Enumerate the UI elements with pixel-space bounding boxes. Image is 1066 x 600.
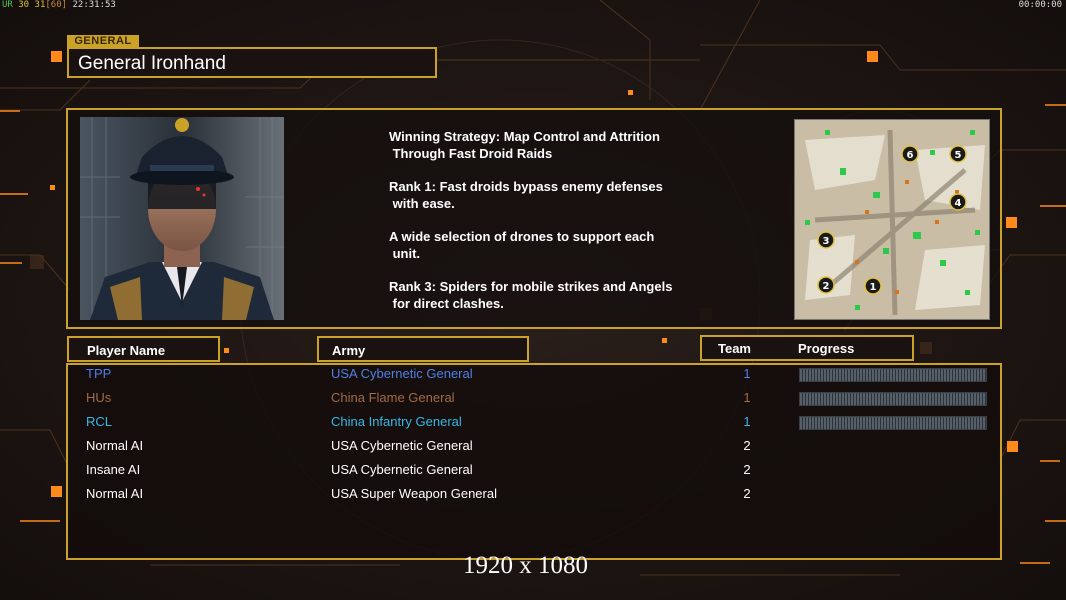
- start-position-2: 2: [823, 281, 830, 292]
- player-header-label: Player Name: [87, 343, 166, 358]
- player-team: 1: [743, 414, 751, 429]
- player-army: USA Cybernetic General: [331, 462, 473, 477]
- progress-bar: [799, 392, 987, 406]
- army-header-label: Army: [332, 343, 366, 358]
- strategy-line-1: Winning Strategy: Map Control and Attrit…: [389, 129, 660, 161]
- table-row: Normal AI USA Cybernetic General 2: [67, 436, 1003, 460]
- player-army: China Flame General: [331, 390, 455, 405]
- table-row: HUs China Flame General 1: [67, 388, 1003, 412]
- table-row: Normal AI USA Super Weapon General 2: [67, 484, 1003, 508]
- start-position-1: 1: [870, 282, 877, 293]
- general-portrait: [80, 117, 284, 320]
- column-header-army: Army: [317, 336, 529, 362]
- hud-clock: 22:31:53: [72, 0, 116, 10]
- strategy-line-3: A wide selection of drones to support ea…: [389, 229, 655, 261]
- general-name: General Ironhand: [78, 53, 226, 74]
- team-header-label: Team: [718, 341, 751, 356]
- map-preview[interactable]: 1 2 3 4 5 6: [794, 119, 990, 320]
- hud-fps-limit: [60]: [45, 0, 68, 10]
- table-row: RCL China Infantry General 1: [67, 412, 1003, 436]
- strategy-line-2: Rank 1: Fast droids bypass enemy defense…: [389, 179, 663, 211]
- player-name: HUs: [86, 390, 112, 405]
- hud-label: UR: [2, 0, 13, 10]
- player-army: China Infantry General: [331, 414, 462, 429]
- table-row: Insane AI USA Cybernetic General 2: [67, 460, 1003, 484]
- progress-bar: [799, 416, 987, 430]
- player-name: Normal AI: [86, 486, 144, 501]
- player-name: Normal AI: [86, 438, 144, 453]
- table-row: TPP USA Cybernetic General 1: [67, 364, 1003, 388]
- player-team: 2: [743, 486, 751, 501]
- start-position-5: 5: [955, 150, 962, 161]
- start-position-4: 4: [955, 198, 962, 209]
- player-team: 1: [743, 390, 751, 405]
- progress-bar: [799, 368, 987, 382]
- player-army: USA Super Weapon General: [331, 486, 497, 501]
- column-header-player: Player Name: [67, 336, 220, 362]
- player-team: 2: [743, 438, 751, 453]
- strategy-line-4: Rank 3: Spiders for mobile strikes and A…: [389, 279, 673, 311]
- game-timer: 00:00:00: [1018, 0, 1062, 10]
- player-team: 1: [743, 366, 751, 381]
- start-position-3: 3: [823, 236, 830, 247]
- hud-fps-clock: UR 30 31[60] 22:31:53: [2, 0, 116, 10]
- player-name: RCL: [86, 414, 113, 429]
- player-team: 2: [743, 462, 751, 477]
- player-army: USA Cybernetic General: [331, 438, 473, 453]
- player-name: TPP: [86, 366, 112, 381]
- hud-value-b: 31: [34, 0, 46, 10]
- player-name: Insane AI: [86, 462, 141, 477]
- column-header-team-progress: Team Progress: [700, 335, 914, 361]
- start-position-6: 6: [907, 150, 914, 161]
- hud-value-a: 30: [18, 0, 30, 10]
- strategy-description: Winning Strategy: Map Control and Attrit…: [389, 128, 779, 328]
- resolution-label: 1920 x 1080: [463, 552, 588, 579]
- player-army: USA Cybernetic General: [331, 366, 473, 381]
- general-title-box: General Ironhand: [67, 47, 437, 78]
- progress-header-label: Progress: [798, 341, 855, 356]
